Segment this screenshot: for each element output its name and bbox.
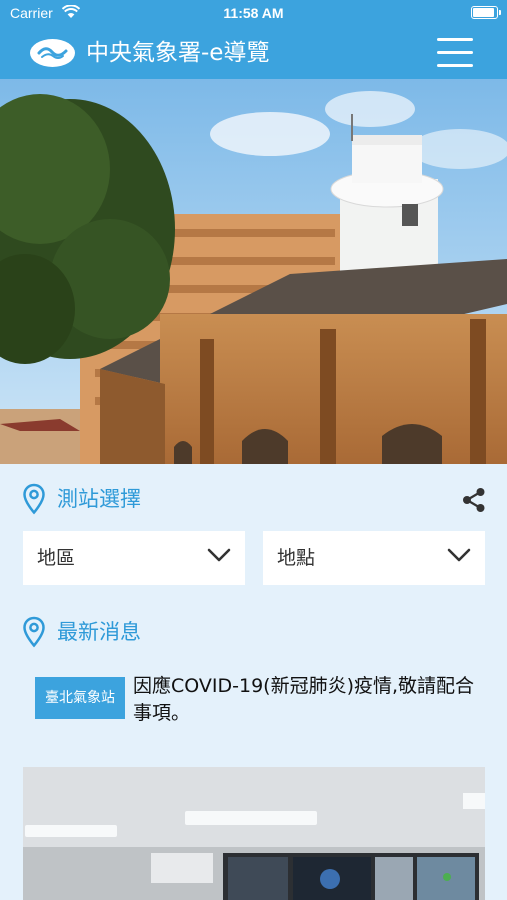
location-dropdown[interactable]: 地點: [263, 531, 485, 585]
news-headline: 因應COVID-19(新冠肺炎)疫情,敬請配合事項。: [133, 675, 475, 724]
navigation-bar: 中央氣象署-e導覽: [0, 28, 507, 79]
chevron-down-icon: [207, 548, 231, 562]
news-image[interactable]: [23, 767, 485, 900]
station-section-title: 測站選擇: [57, 487, 141, 511]
chevron-down-icon: [447, 548, 471, 562]
station-badge: 臺北氣象站: [35, 677, 125, 719]
status-bar: Carrier 11:58 AM: [0, 0, 507, 28]
cwa-logo: [30, 39, 75, 67]
news-section-title: 最新消息: [57, 620, 141, 644]
location-pin-icon: [23, 483, 45, 515]
app-title: 中央氣象署-e導覽: [86, 40, 270, 66]
location-dropdown-label: 地點: [277, 547, 316, 569]
clock: 11:58 AM: [223, 5, 284, 21]
battery-icon: [471, 6, 501, 19]
region-dropdown-label: 地區: [37, 547, 76, 569]
region-dropdown[interactable]: 地區: [23, 531, 245, 585]
news-item[interactable]: 臺北氣象站 因應COVID-19(新冠肺炎)疫情,敬請配合事項。: [35, 673, 485, 733]
location-pin-icon: [23, 616, 45, 648]
hero-image: [0, 79, 507, 464]
share-icon[interactable]: [460, 486, 488, 514]
hamburger-menu-icon[interactable]: [437, 38, 473, 68]
